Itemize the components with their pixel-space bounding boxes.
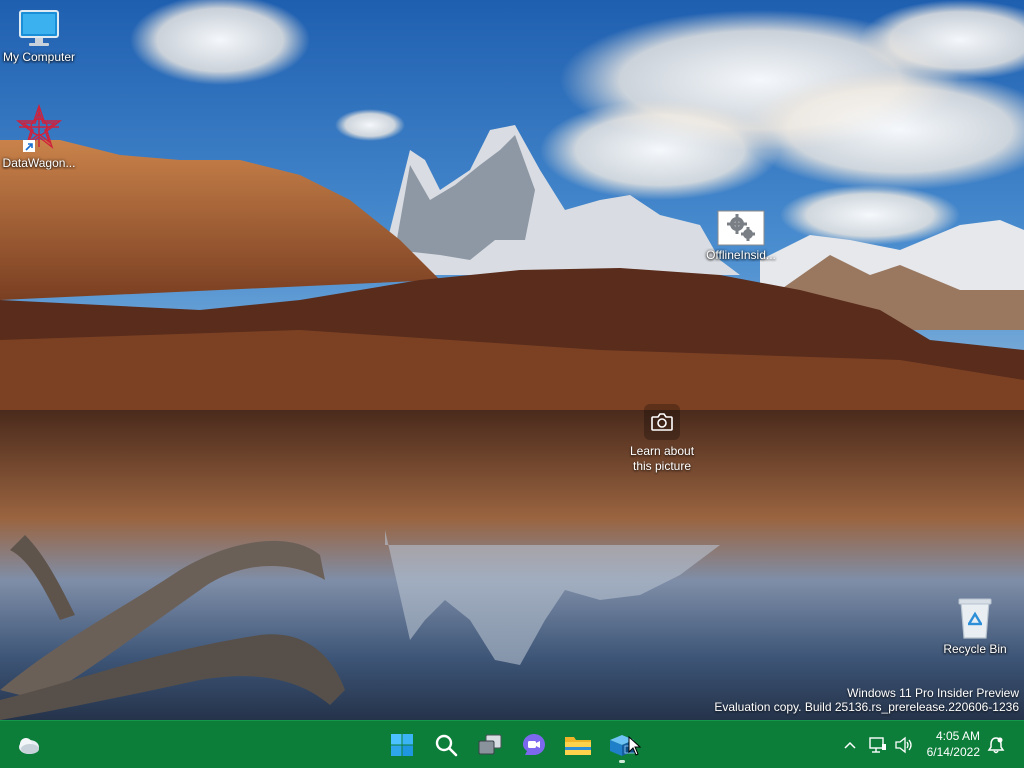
task-view-icon <box>478 734 502 755</box>
learn-picture-line1: Learn about <box>629 444 695 458</box>
widgets-button[interactable] <box>8 725 48 765</box>
desktop-icon-label: My Computer <box>2 50 76 64</box>
taskbar: 4:05 AM 6/14/2022 <box>0 720 1024 768</box>
datawagon-shortcut-icon <box>15 104 63 152</box>
recycle-bin-icon <box>958 598 992 639</box>
desktop-icon-label: Recycle Bin <box>943 642 1007 656</box>
watermark-build: Evaluation copy. Build 25136.rs_prerelea… <box>714 700 1019 714</box>
folder-icon <box>565 737 591 755</box>
volume-icon <box>895 736 912 754</box>
network-icon <box>869 737 886 753</box>
notifications-button[interactable] <box>984 733 1008 757</box>
camera-icon <box>644 404 680 440</box>
clock-time: 4:05 AM <box>935 729 980 743</box>
desktop-icon-label: OfflineInsid... <box>706 248 776 262</box>
learn-picture-line2: this picture <box>632 459 692 473</box>
file-explorer-button[interactable] <box>558 725 598 765</box>
desktop-icon-datawagon[interactable]: DataWagon... <box>0 104 84 170</box>
build-watermark: Windows 11 Pro Insider Preview Evaluatio… <box>714 686 1019 714</box>
volume-button[interactable] <box>892 733 916 757</box>
start-button[interactable] <box>382 725 422 765</box>
chat-camera-icon <box>523 734 545 755</box>
windows-start-icon <box>391 734 413 756</box>
mouse-pointer-icon <box>628 736 642 756</box>
settings-gears-file-icon <box>717 210 765 246</box>
chat-button[interactable] <box>514 725 554 765</box>
desktop-wallpaper <box>0 0 1024 720</box>
search-icon <box>435 734 458 757</box>
learn-about-picture[interactable]: Learn about this picture <box>614 404 710 474</box>
task-view-button[interactable] <box>470 725 510 765</box>
desktop-icon-label: DataWagon... <box>2 156 76 170</box>
chevron-up-icon <box>844 741 856 749</box>
watermark-edition: Windows 11 Pro Insider Preview <box>847 686 1019 700</box>
search-button[interactable] <box>426 725 466 765</box>
monitor-icon <box>19 10 59 46</box>
show-hidden-icons-button[interactable] <box>838 733 862 757</box>
desktop-icon-recycle-bin[interactable]: Recycle Bin <box>930 596 1020 656</box>
desktop-icon-my-computer[interactable]: My Computer <box>0 8 84 64</box>
weather-cloud-icon <box>19 738 39 754</box>
clock[interactable]: 4:05 AM 6/14/2022 <box>927 728 980 760</box>
notification-bell-icon <box>987 737 1005 754</box>
desktop-icon-offlineinsider[interactable]: OfflineInsid... <box>696 210 786 262</box>
clock-date: 6/14/2022 <box>926 745 980 759</box>
network-button[interactable] <box>866 733 890 757</box>
